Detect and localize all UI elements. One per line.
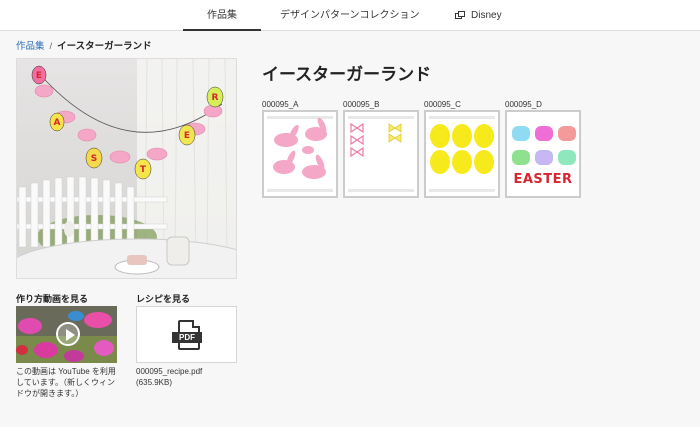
pattern-thumbnail[interactable]: EASTER (505, 110, 581, 198)
windows-icon (455, 11, 465, 19)
recipe-file-name: 000095_recipe.pdf (136, 367, 203, 376)
top-navigation: 作品集 デザインパターンコレクション Disney (0, 0, 700, 31)
tab-works[interactable]: 作品集 (183, 0, 261, 31)
page-title: イースターガーランド (262, 65, 432, 84)
svg-text:S: S (91, 154, 97, 164)
bow-shapes-preview (350, 122, 402, 158)
pattern-id: 000095_B (343, 100, 380, 109)
pattern-card-b[interactable]: 000095_B (343, 99, 419, 198)
pdf-icon: PDF (172, 320, 202, 352)
pattern-thumbnail[interactable] (424, 110, 500, 198)
breadcrumb-link-works[interactable]: 作品集 (16, 41, 45, 52)
recipe-pdf-button[interactable]: PDF (136, 306, 237, 363)
easter-text-preview: EASTER (513, 172, 573, 187)
pattern-id: 000095_C (424, 100, 461, 109)
svg-text:E: E (184, 131, 190, 141)
tab-design-pattern-collection[interactable]: デザインパターンコレクション (280, 0, 420, 31)
pattern-card-a[interactable]: 000095_A (262, 99, 338, 198)
pattern-card-c[interactable]: 000095_C (424, 99, 500, 198)
video-note: この動画は YouTube を利用 しています。（新しくウィン ドウが開きます。… (16, 366, 116, 399)
play-icon[interactable] (56, 322, 80, 346)
svg-text:T: T (140, 165, 147, 175)
pattern-thumbnail[interactable] (262, 110, 338, 198)
breadcrumb-current: イースターガーランド (57, 41, 152, 52)
video-note-line: この動画は YouTube を利用 (16, 367, 116, 376)
video-note-line: しています。（新しくウィン (16, 378, 115, 387)
pdf-icon-label: PDF (172, 332, 202, 343)
recipe-section-heading: レシピを見る (136, 294, 191, 304)
svg-text:E: E (36, 71, 42, 81)
bunny-shapes-preview (273, 117, 327, 179)
breadcrumb: 作品集 / イースターガーランド (16, 38, 152, 52)
breadcrumb-separator: / (49, 41, 53, 52)
video-section-heading: 作り方動画を見る (16, 294, 89, 304)
product-photo: E A S T E R (16, 58, 237, 279)
recipe-file-info: 000095_recipe.pdf (635.9KB) (136, 366, 202, 388)
pattern-id: 000095_A (262, 100, 299, 109)
svg-text:A: A (54, 118, 61, 128)
video-note-line: ドウが開きます。） (16, 389, 84, 398)
egg-shapes-preview (430, 124, 494, 174)
tab-disney-label: Disney (471, 10, 502, 21)
svg-text:R: R (212, 93, 219, 103)
recipe-file-size: (635.9KB) (136, 378, 173, 387)
tab-disney[interactable]: Disney (455, 0, 515, 31)
pattern-card-d[interactable]: 000095_D EASTER (505, 99, 581, 198)
garland-photo-illustration: E A S T E R (17, 59, 236, 278)
pattern-id: 000095_D (505, 100, 542, 109)
video-thumbnail[interactable] (16, 306, 117, 363)
pattern-thumbnail[interactable] (343, 110, 419, 198)
